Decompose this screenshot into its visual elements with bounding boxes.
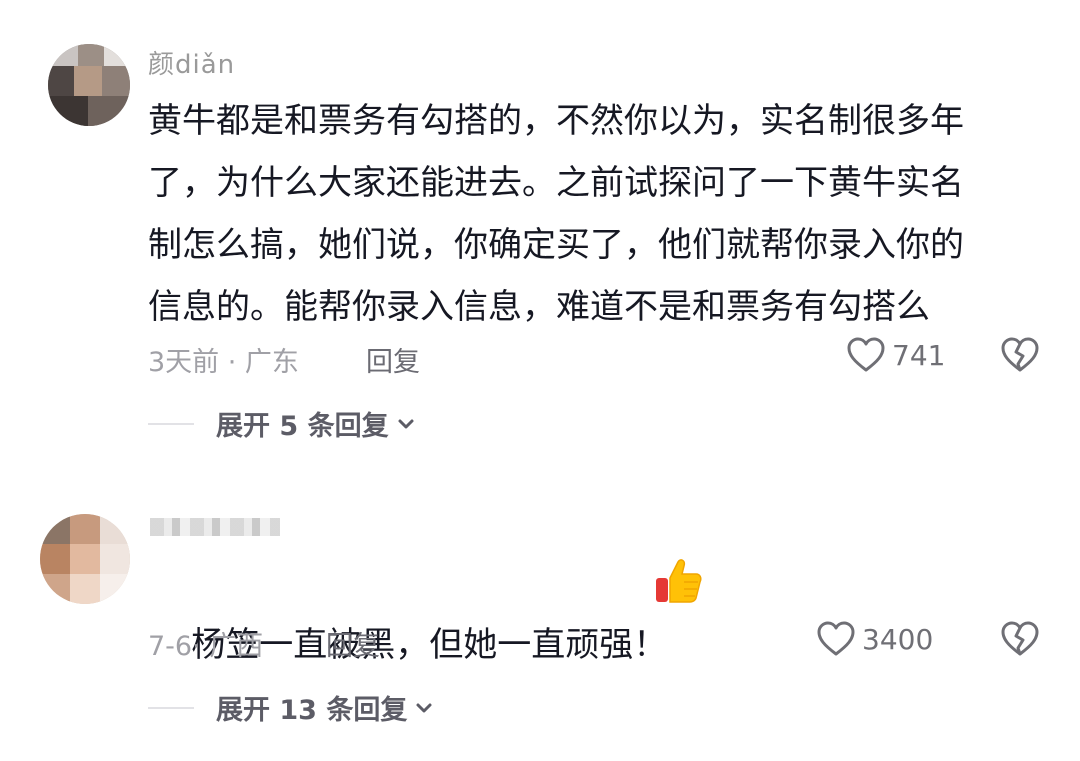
divider-line: [148, 422, 194, 425]
reply-button[interactable]: 回复: [326, 624, 380, 663]
chevron-down-icon: [416, 703, 432, 712]
like-count: 3400: [862, 622, 934, 656]
chevron-down-icon: [398, 419, 414, 428]
like-button[interactable]: 3400: [816, 620, 933, 658]
comment-item: 颜diǎn 黄牛都是和票务有勾搭的，不然你以为，实名制很多年 了，为什么大家还能…: [0, 0, 1080, 460]
comment-meta: 7-6· 广西: [148, 631, 264, 662]
expand-replies-button[interactable]: 展开 13 条回复: [148, 688, 435, 727]
avatar[interactable]: [48, 44, 130, 126]
like-count: 741: [892, 338, 946, 372]
comment-text: 黄牛都是和票务有勾搭的，不然你以为，实名制很多年 了，为什么大家还能进去。之前试…: [148, 101, 964, 327]
heart-outline-icon: [817, 621, 855, 656]
comment-item: 杨笠一直被黑，但她一直顽强！ 7-6· 广西 回复 3400 展开 13 条回复: [0, 480, 1080, 761]
heart-outline-icon: [847, 337, 885, 372]
comment-meta: 3天前 · 广东: [148, 347, 299, 378]
expand-replies-label: 展开 13 条回复: [216, 695, 408, 726]
expand-replies-button[interactable]: 展开 5 条回复: [148, 404, 417, 443]
divider-line: [148, 706, 194, 709]
like-button[interactable]: 741: [846, 336, 945, 374]
expand-replies-label: 展开 5 条回复: [216, 411, 389, 442]
broken-heart-icon[interactable]: [1000, 620, 1040, 658]
thumbs-up-emoji: [656, 559, 702, 603]
reply-button[interactable]: 回复: [366, 340, 420, 379]
username[interactable]: 颜diǎn: [148, 44, 235, 81]
broken-heart-icon[interactable]: [1000, 336, 1040, 374]
avatar[interactable]: [40, 514, 130, 604]
username[interactable]: [150, 518, 280, 536]
